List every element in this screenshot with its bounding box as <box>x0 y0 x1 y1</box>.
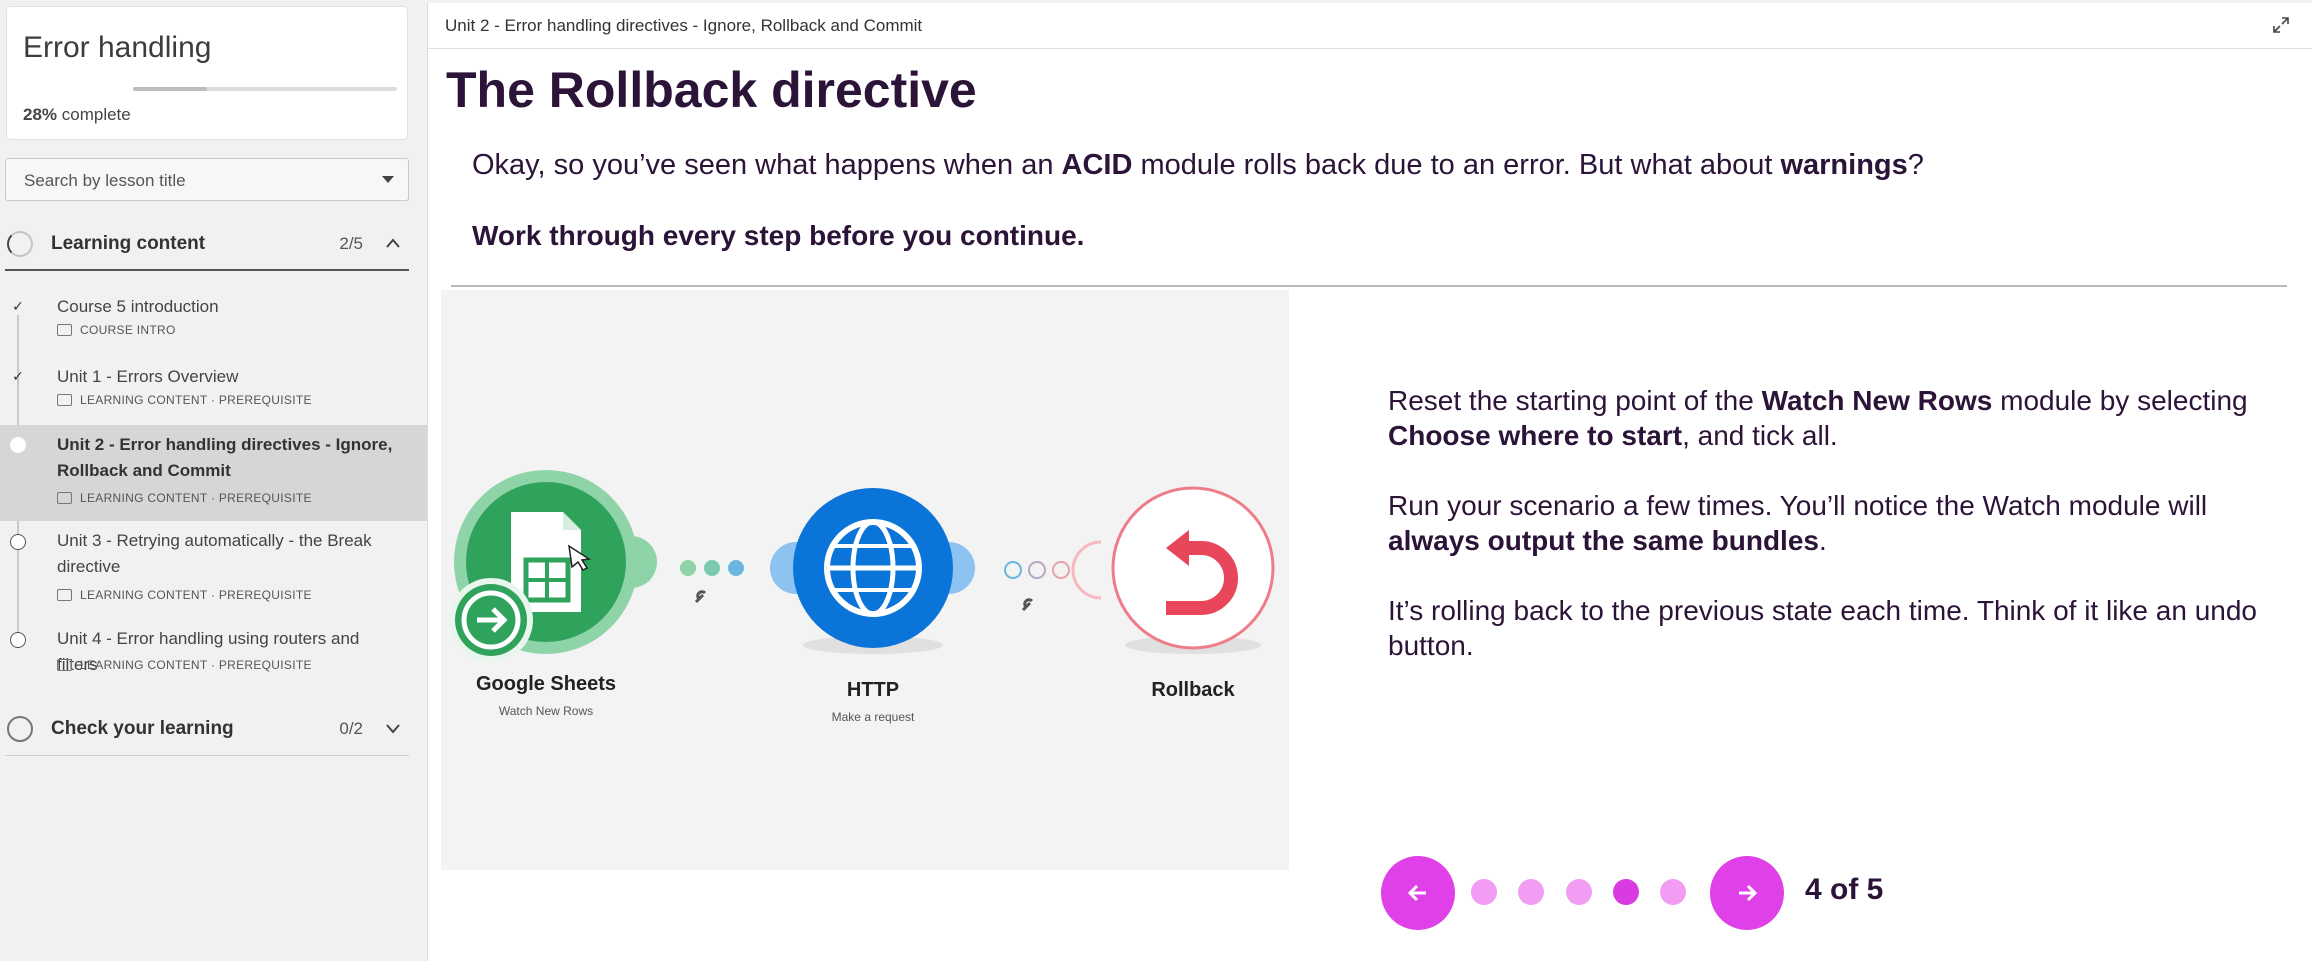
breadcrumb: Unit 2 - Error handling directives - Ign… <box>445 16 923 35</box>
check-icon: ✓ <box>12 298 24 314</box>
module-name: HTTP <box>846 679 900 701</box>
document-icon <box>57 324 72 336</box>
lesson-item[interactable]: Unit 3 - Retrying automatically - the Br… <box>0 528 427 608</box>
lesson-title: Course 5 introduction <box>57 297 219 316</box>
step-dot[interactable] <box>1518 879 1544 905</box>
lesson-title: Unit 3 - Retrying automatically - the Br… <box>57 531 372 576</box>
section-learning-content[interactable]: Learning content 2/5 <box>5 217 409 271</box>
search-placeholder: Search by lesson title <box>24 171 186 190</box>
lesson-meta: LEARNING CONTENT · PREREQUISITE <box>57 393 312 407</box>
step-dot[interactable] <box>1566 879 1592 905</box>
progress-bar <box>133 87 397 91</box>
expand-icon[interactable] <box>2271 15 2291 35</box>
lesson-item[interactable]: Unit 4 - Error handling using routers an… <box>0 626 427 686</box>
lesson-meta: LEARNING CONTENT · PREREQUISITE <box>57 658 312 672</box>
connector-dots <box>1004 540 1102 612</box>
slides-icon <box>57 659 72 671</box>
lesson-meta: LEARNING CONTENT · PREREQUISITE <box>57 588 312 602</box>
lesson-meta: LEARNING CONTENT · PREREQUISITE <box>57 491 312 505</box>
course-sidebar: Error handling 28% complete Search by le… <box>0 0 427 961</box>
step-paragraph: It’s rolling back to the previous state … <box>1388 595 2257 661</box>
lesson-item[interactable]: ✓ Course 5 introduction COURSE INTRO <box>0 290 427 350</box>
section-count: 2/5 <box>339 234 363 253</box>
slides-icon <box>57 492 72 504</box>
section-progress-icon <box>7 231 33 257</box>
rollback-module-icon <box>1111 486 1275 654</box>
http-module-icon <box>770 488 975 654</box>
chevron-down-icon[interactable] <box>385 718 401 739</box>
next-step-button[interactable] <box>1710 856 1784 930</box>
current-lesson-icon <box>10 437 26 453</box>
caret-down-icon <box>382 176 394 183</box>
intro-text: Okay, so you’ve seen what happens when a… <box>472 149 1924 181</box>
check-icon: ✓ <box>12 368 24 384</box>
module-name: Rollback <box>1151 679 1235 701</box>
module-sub: Make a request <box>831 710 915 724</box>
scenario-diagram: Google Sheets Watch New Rows HTTP Make a… <box>441 290 1289 870</box>
arrow-left-icon <box>1407 884 1426 902</box>
lesson-header: Unit 2 - Error handling directives - Ign… <box>428 3 2312 49</box>
lesson-title: Unit 2 - Error handling directives - Ign… <box>57 435 393 480</box>
section-label: Learning content <box>51 233 206 254</box>
chevron-up-icon[interactable] <box>385 233 401 254</box>
course-title: Error handling <box>23 31 212 64</box>
lesson-item[interactable]: ✓ Unit 1 - Errors Overview LEARNING CONT… <box>0 360 427 420</box>
lesson-meta: COURSE INTRO <box>57 323 176 337</box>
arrow-right-icon <box>1739 884 1758 902</box>
step-indicator: 4 of 5 <box>1805 873 1884 906</box>
step-dot[interactable] <box>1471 879 1497 905</box>
progress-bar-fill <box>133 87 207 91</box>
module-sub: Watch New Rows <box>498 704 594 718</box>
step-text: Reset the starting point of the Watch Ne… <box>1388 383 2288 698</box>
section-label: Check your learning <box>51 718 234 739</box>
step-dot[interactable] <box>1660 879 1686 905</box>
google-sheets-module-icon <box>449 470 657 662</box>
course-card: Error handling 28% complete <box>6 6 408 140</box>
lesson-content: Unit 2 - Error handling directives - Ign… <box>427 3 2312 961</box>
lesson-search-select[interactable]: Search by lesson title <box>5 158 409 201</box>
page-title: The Rollback directive <box>446 62 977 118</box>
section-progress-icon <box>7 716 33 742</box>
step-dot-current[interactable] <box>1613 879 1639 905</box>
divider <box>451 285 2287 287</box>
slides-icon <box>57 589 72 601</box>
lesson-title: Unit 1 - Errors Overview <box>57 367 239 386</box>
instruction-text: Work through every step before you conti… <box>472 220 1085 251</box>
slides-icon <box>57 394 72 406</box>
section-check-learning[interactable]: Check your learning 0/2 <box>5 702 409 756</box>
connector-dots <box>680 560 744 604</box>
step-paragraph: Reset the starting point of the Watch Ne… <box>1388 385 2248 451</box>
previous-step-button[interactable] <box>1381 856 1455 930</box>
section-count: 0/2 <box>339 719 363 738</box>
step-paragraph: Run your scenario a few times. You’ll no… <box>1388 490 2208 556</box>
lesson-item-current[interactable]: Unit 2 - Error handling directives - Ign… <box>0 425 427 521</box>
incomplete-icon <box>10 534 26 550</box>
progress-text: 28% complete <box>23 105 131 124</box>
incomplete-icon <box>10 632 26 648</box>
module-name: Google Sheets <box>475 673 617 695</box>
